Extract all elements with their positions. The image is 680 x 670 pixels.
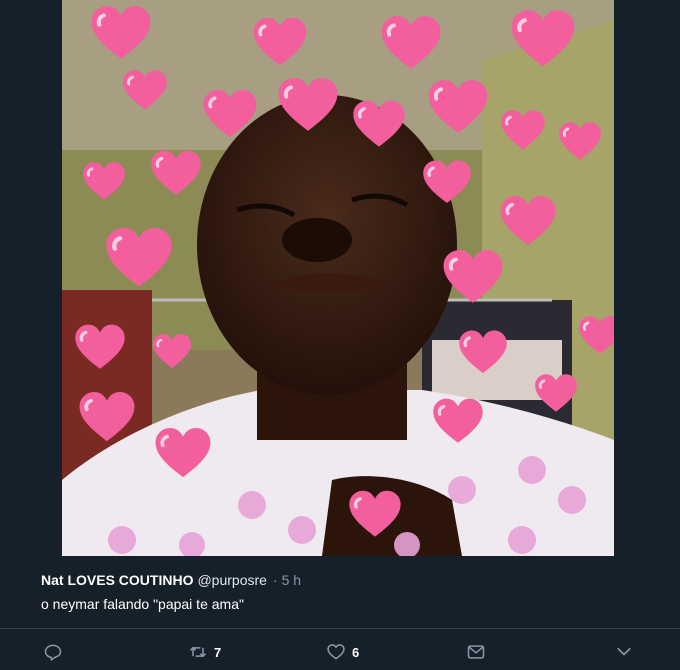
tweet-actions: 7 6 [0, 638, 680, 670]
envelope-icon [467, 645, 485, 659]
heart-icon [327, 644, 345, 660]
direct-message-button[interactable] [466, 640, 486, 664]
photo-illustration [62, 0, 614, 556]
author-name[interactable]: Nat LOVES COUTINHO [41, 572, 193, 588]
reply-button[interactable] [43, 640, 69, 664]
author-handle[interactable]: @purposre [197, 572, 266, 588]
separator: · [272, 572, 278, 588]
tweet-header: Nat LOVES COUTINHO @purposre · 5 h [41, 570, 660, 590]
like-count: 6 [352, 644, 360, 660]
like-button[interactable]: 6 [326, 640, 359, 664]
more-options-button[interactable] [614, 640, 634, 664]
reply-icon [44, 644, 62, 661]
retweet-icon [189, 646, 207, 658]
chevron-down-icon [617, 647, 631, 656]
retweet-button[interactable]: 7 [188, 640, 221, 664]
divider [0, 628, 680, 629]
tweet-photo[interactable] [62, 0, 614, 556]
retweet-count: 7 [214, 644, 222, 660]
timestamp[interactable]: 5 h [282, 572, 301, 588]
tweet-text: o neymar falando "papai te ama" [41, 596, 244, 612]
